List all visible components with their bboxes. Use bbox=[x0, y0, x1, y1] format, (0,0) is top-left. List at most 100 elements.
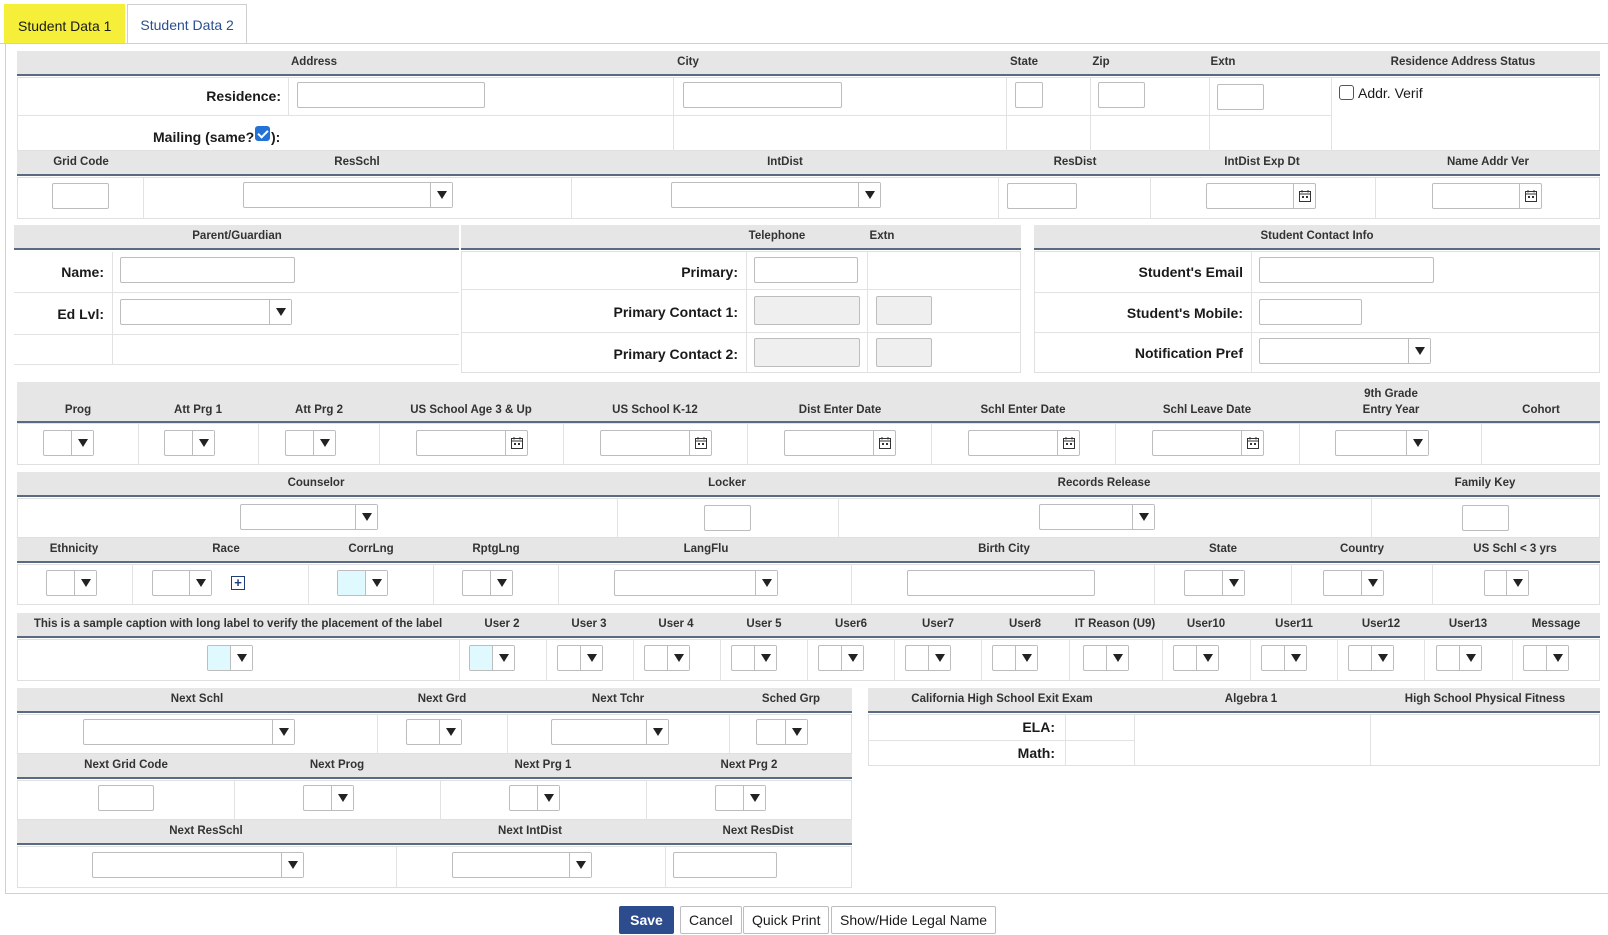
next-intdist-select[interactable] bbox=[452, 852, 592, 878]
calendar-icon[interactable] bbox=[689, 431, 711, 455]
counselor-select[interactable] bbox=[240, 504, 378, 530]
user-13-select[interactable] bbox=[1436, 645, 1482, 671]
chevron-down-icon bbox=[439, 720, 461, 744]
us-school-age-date[interactable] bbox=[416, 430, 528, 456]
user-3-select[interactable] bbox=[557, 645, 603, 671]
chevron-down-icon bbox=[74, 571, 96, 595]
address-header: Address bbox=[290, 56, 338, 68]
residence-address-input[interactable] bbox=[297, 82, 485, 108]
country-select[interactable] bbox=[1323, 570, 1384, 596]
student-mobile-input[interactable] bbox=[1259, 299, 1362, 325]
ninth-grade-entry-select[interactable] bbox=[1335, 430, 1429, 456]
mailing-same-checkbox[interactable] bbox=[255, 126, 270, 141]
prog-select[interactable] bbox=[43, 430, 94, 456]
calendar-icon[interactable] bbox=[1293, 184, 1315, 208]
calendar-icon[interactable] bbox=[1057, 431, 1079, 455]
student-mobile-label: Student's Mobile: bbox=[1126, 305, 1243, 321]
calendar-icon[interactable] bbox=[1519, 184, 1541, 208]
addr-verif-checkbox[interactable] bbox=[1339, 85, 1354, 100]
next-prg-2-select[interactable] bbox=[715, 785, 766, 811]
sample-caption-select[interactable] bbox=[207, 645, 253, 671]
resdist-input[interactable] bbox=[1007, 183, 1077, 209]
mailing-label: Mailing (same? bbox=[153, 129, 254, 145]
user-7-select[interactable] bbox=[905, 645, 951, 671]
residence-zip-input[interactable] bbox=[1098, 82, 1145, 108]
user-8-select[interactable] bbox=[992, 645, 1038, 671]
user-12-select[interactable] bbox=[1348, 645, 1394, 671]
next-tchr-select[interactable] bbox=[551, 719, 669, 745]
next-grd-select[interactable] bbox=[406, 719, 462, 745]
att-prg-2-select[interactable] bbox=[285, 430, 336, 456]
next-prg-1-select[interactable] bbox=[509, 785, 560, 811]
us-schl-3yrs-header: US Schl < 3 yrs bbox=[1473, 543, 1557, 555]
row-divider bbox=[461, 289, 1021, 290]
col-divider bbox=[1209, 77, 1210, 151]
user-10-select[interactable] bbox=[1173, 645, 1219, 671]
dist-enter-date[interactable] bbox=[784, 430, 896, 456]
records-release-header: Records Release bbox=[1057, 477, 1151, 489]
parent-name-input[interactable] bbox=[120, 257, 295, 283]
mailing-label-suffix: ): bbox=[271, 129, 281, 145]
tab-student-data-2[interactable]: Student Data 2 bbox=[127, 4, 247, 44]
records-release-select[interactable] bbox=[1039, 504, 1155, 530]
resschl-select[interactable] bbox=[243, 182, 453, 208]
family-key-input[interactable] bbox=[1462, 505, 1509, 531]
chevron-down-icon bbox=[189, 571, 211, 595]
next-resdist-input[interactable] bbox=[673, 852, 777, 878]
schl-enter-date[interactable] bbox=[968, 430, 1080, 456]
grid-code-input[interactable] bbox=[52, 183, 109, 209]
user-11-select[interactable] bbox=[1261, 645, 1307, 671]
sched-grp-select[interactable] bbox=[756, 719, 808, 745]
next-prog-select[interactable] bbox=[303, 785, 354, 811]
primary-phone-input[interactable] bbox=[754, 257, 858, 283]
calendar-icon[interactable] bbox=[1241, 431, 1263, 455]
name-addr-ver-date-input[interactable] bbox=[1432, 183, 1542, 209]
residence-state-input[interactable] bbox=[1015, 82, 1043, 108]
residence-city-input[interactable] bbox=[683, 82, 842, 108]
calendar-icon[interactable] bbox=[505, 431, 527, 455]
intdist-select[interactable] bbox=[671, 182, 881, 208]
notification-pref-select[interactable] bbox=[1259, 338, 1431, 364]
intdist-exp-date-input[interactable] bbox=[1206, 183, 1316, 209]
locker-input[interactable] bbox=[704, 505, 751, 531]
chevron-down-icon bbox=[646, 720, 668, 744]
tab-student-data-1[interactable]: Student Data 1 bbox=[4, 4, 126, 44]
show-hide-legal-name-button[interactable]: Show/Hide Legal Name bbox=[831, 906, 997, 934]
us-school-k12-date[interactable] bbox=[600, 430, 712, 456]
message-select[interactable] bbox=[1523, 645, 1569, 671]
next-grid-code-input[interactable] bbox=[98, 785, 154, 811]
quick-print-button[interactable]: Quick Print bbox=[743, 906, 830, 934]
langflu-select[interactable] bbox=[614, 570, 778, 596]
us-schl-3yrs-select[interactable] bbox=[1484, 570, 1529, 596]
user-4-select[interactable] bbox=[644, 645, 690, 671]
it-reason-select[interactable] bbox=[1083, 645, 1129, 671]
residence-extn-input[interactable] bbox=[1217, 84, 1264, 110]
user-6-select[interactable] bbox=[818, 645, 864, 671]
next-schl-select[interactable] bbox=[83, 719, 295, 745]
residence-label: Residence: bbox=[206, 88, 281, 104]
col-divider bbox=[396, 846, 397, 888]
user-2-select[interactable] bbox=[469, 645, 515, 671]
schl-leave-date[interactable] bbox=[1152, 430, 1264, 456]
calendar-icon[interactable] bbox=[873, 431, 895, 455]
birth-state-select[interactable] bbox=[1184, 570, 1245, 596]
next-resschl-select[interactable] bbox=[92, 852, 304, 878]
add-race-icon[interactable]: + bbox=[231, 576, 245, 590]
cancel-button[interactable]: Cancel bbox=[680, 906, 742, 934]
birth-city-input[interactable] bbox=[907, 570, 1095, 596]
att-prg-1-select[interactable] bbox=[164, 430, 215, 456]
col-divider bbox=[1481, 423, 1482, 465]
chevron-down-icon bbox=[841, 646, 863, 670]
race-select[interactable] bbox=[152, 570, 212, 596]
corrlng-select[interactable] bbox=[337, 570, 388, 596]
col-divider bbox=[1162, 639, 1163, 681]
save-button[interactable]: Save bbox=[619, 906, 674, 934]
col-divider bbox=[1251, 251, 1252, 373]
col-divider bbox=[673, 77, 674, 151]
parent-edlvl-select[interactable] bbox=[120, 299, 292, 325]
rptglng-select[interactable] bbox=[462, 570, 513, 596]
student-email-input[interactable] bbox=[1259, 257, 1434, 283]
ethnicity-select[interactable] bbox=[46, 570, 97, 596]
user-5-select[interactable] bbox=[731, 645, 777, 671]
col-divider bbox=[1006, 77, 1007, 151]
